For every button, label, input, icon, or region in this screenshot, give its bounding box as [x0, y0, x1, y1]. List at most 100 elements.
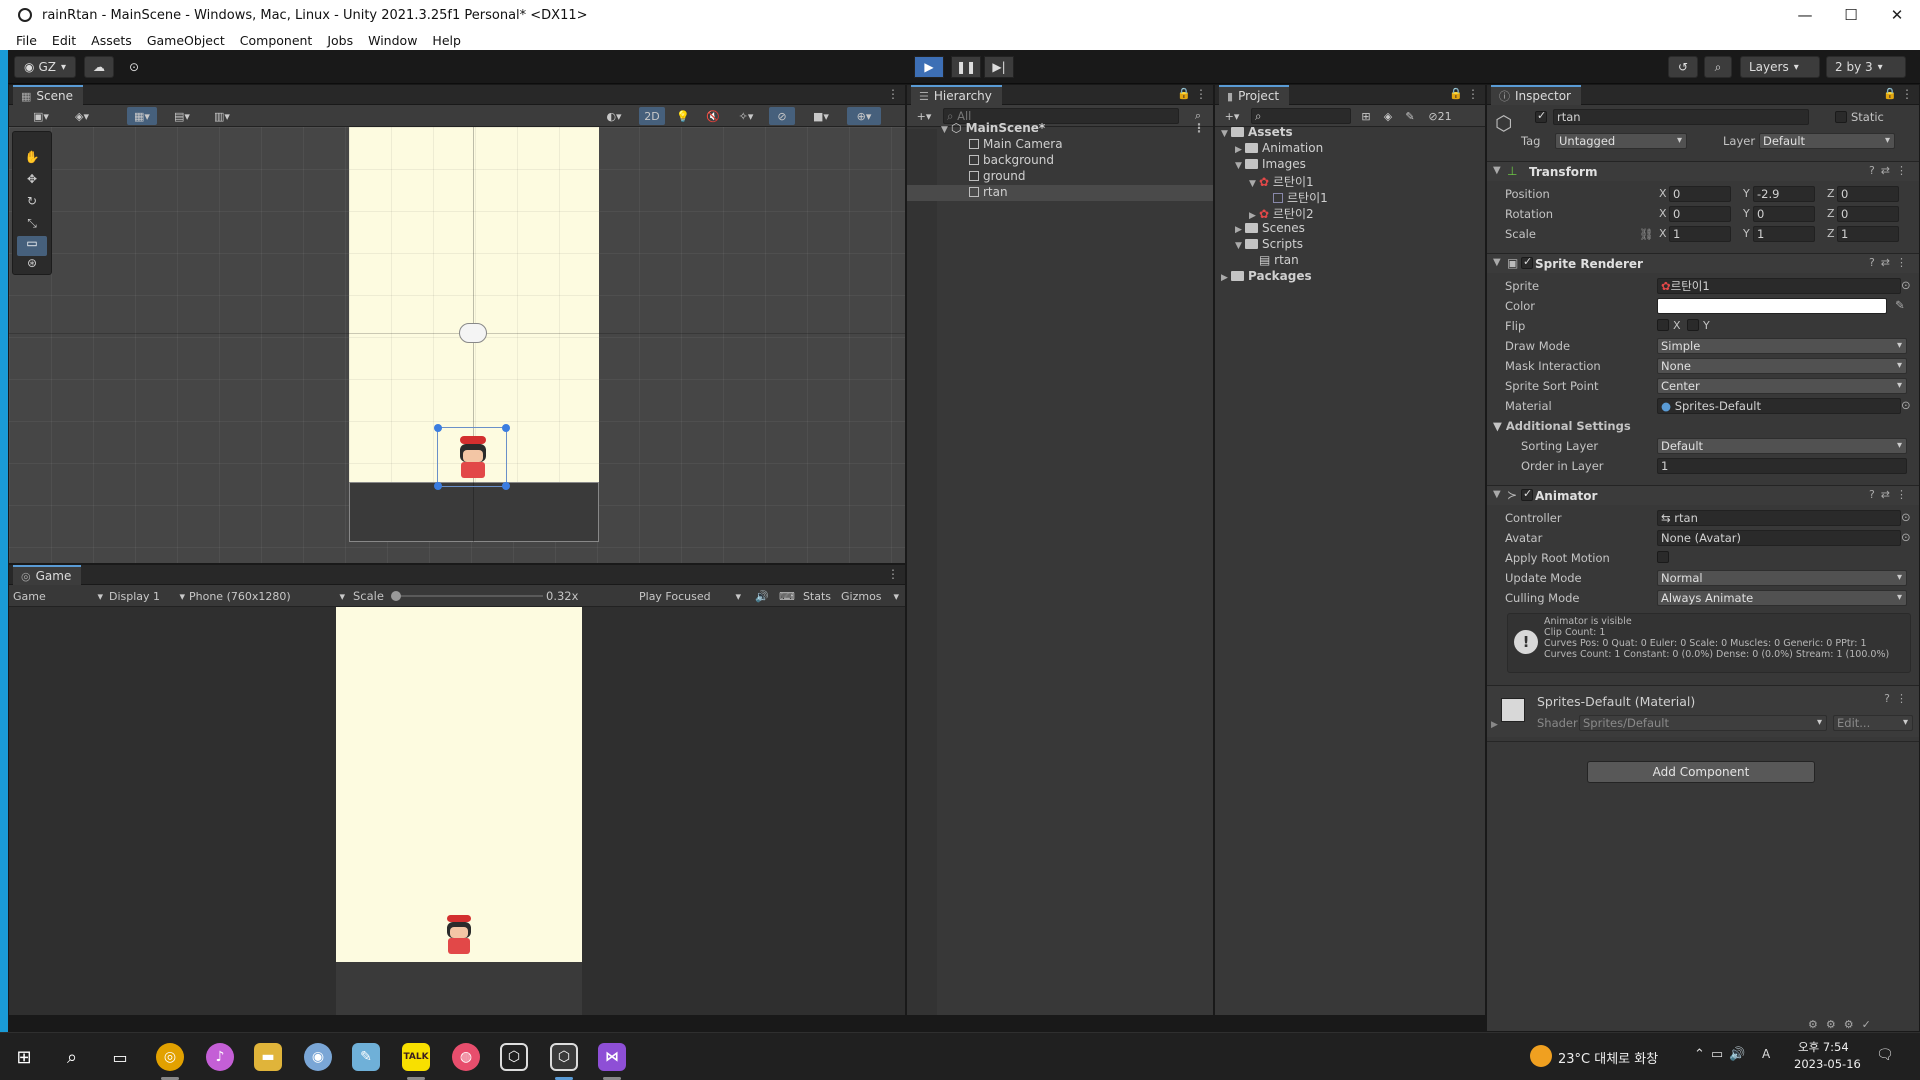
visual-studio-icon[interactable]: ⋈ — [598, 1043, 626, 1071]
rect-transform-gizmo[interactable] — [434, 424, 510, 490]
system-tray-icons[interactable]: ⌃▭🔊 — [1694, 1047, 1751, 1062]
project-images-folder[interactable]: ▼ Images — [1215, 157, 1485, 173]
hierarchy-item-background[interactable]: background — [907, 153, 1213, 169]
menu-jobs[interactable]: Jobs — [327, 33, 353, 48]
game-view-dropdown[interactable]: Game ▾ — [13, 587, 103, 605]
shader-dropdown[interactable]: Sprites/Default — [1579, 715, 1827, 731]
animator-header[interactable]: ▼≻ Animator ?⇄⋮ — [1487, 485, 1919, 505]
position-z-input[interactable]: 0 — [1837, 186, 1899, 202]
view-options-icon[interactable]: ◈▾ — [67, 107, 97, 125]
scene-root-row[interactable]: ▼ ⬡ MainScene* ⋮ — [907, 121, 1213, 137]
update-mode-dropdown[interactable]: Normal — [1657, 570, 1907, 586]
project-assets-folder[interactable]: ▼ Assets — [1215, 125, 1485, 141]
animator-enabled-checkbox[interactable] — [1521, 487, 1533, 501]
lighting-icon[interactable]: 💡 — [671, 107, 695, 125]
mute-audio-icon[interactable]: 🔊 — [753, 587, 771, 605]
hierarchy-menu-icon[interactable]: ⋮ — [1195, 87, 1207, 101]
object-picker-icon[interactable]: ⊙ — [1901, 398, 1911, 412]
gizmos-icon[interactable]: ⊕▾ — [847, 107, 881, 125]
sprite-sort-point-dropdown[interactable]: Center — [1657, 378, 1907, 394]
handle-br[interactable] — [502, 482, 510, 490]
tag-dropdown[interactable]: Untagged — [1555, 133, 1687, 149]
controller-field[interactable]: ⇆ rtan — [1657, 510, 1901, 526]
project-packages-folder[interactable]: ▶ Packages — [1215, 269, 1485, 285]
play-button[interactable]: ▶ — [914, 56, 944, 78]
constrain-proportions-icon[interactable]: ⛓ — [1639, 227, 1654, 241]
culling-mode-dropdown[interactable]: Always Animate — [1657, 590, 1907, 606]
sprite-field[interactable]: ✿르탄이1 — [1657, 278, 1901, 294]
hand-tool-icon[interactable]: ✋ — [17, 150, 47, 170]
step-button[interactable]: ▶| — [984, 56, 1014, 78]
stats-button[interactable]: Stats — [801, 587, 833, 605]
scene-viewport[interactable] — [9, 127, 905, 563]
object-picker-icon[interactable]: ⊙ — [1901, 530, 1911, 544]
rotation-x-input[interactable]: 0 — [1669, 206, 1731, 222]
tab-project[interactable]: ▮ Project — [1219, 85, 1290, 105]
account-dropdown[interactable]: ◉ GZ — [14, 56, 76, 78]
material-field[interactable]: ● Sprites-Default — [1657, 398, 1901, 414]
menu-gameobject[interactable]: GameObject — [147, 33, 225, 48]
cloud-app-icon[interactable]: ◉ — [304, 1043, 332, 1071]
layout-dropdown[interactable]: 2 by 3 — [1826, 56, 1906, 78]
scale-tool-icon[interactable]: ⤡ — [17, 216, 47, 236]
search-by-label-icon[interactable]: ◈ — [1379, 107, 1397, 125]
hierarchy-item-ground[interactable]: ground — [907, 169, 1213, 185]
move-tool-icon[interactable]: ✥ — [17, 172, 47, 192]
grid-snap-icon[interactable]: ▦▾ — [127, 107, 157, 125]
close-button[interactable]: ✕ — [1874, 0, 1920, 30]
resolution-dropdown[interactable]: Phone (760x1280) ▾ — [189, 587, 345, 605]
shader-edit-button[interactable]: Edit... — [1833, 715, 1913, 731]
menu-help[interactable]: Help — [432, 33, 461, 48]
position-x-input[interactable]: 0 — [1669, 186, 1731, 202]
history-icon[interactable]: ↺ — [1668, 56, 1698, 78]
order-in-layer-input[interactable]: 1 — [1657, 458, 1907, 474]
game-viewport[interactable] — [9, 607, 905, 1015]
project-animation-folder[interactable]: ▶ Animation — [1215, 141, 1485, 157]
project-scripts-folder[interactable]: ▼ Scripts — [1215, 237, 1485, 253]
notification-icon[interactable]: 🗨 — [1876, 1047, 1894, 1063]
unity-hub-icon[interactable]: ⬡ — [500, 1043, 528, 1071]
search-icon[interactable]: ⌕ — [1704, 56, 1732, 78]
material-help-icons[interactable]: ?⋮ — [1884, 692, 1913, 705]
draw-mode-icon[interactable]: ▣▾ — [27, 107, 55, 125]
clock-time[interactable]: 오후 7:54 — [1798, 1039, 1849, 1055]
snap-increment-icon[interactable]: ▥▾ — [207, 107, 237, 125]
search-by-type-icon[interactable]: ⊞ — [1357, 107, 1375, 125]
menu-window[interactable]: Window — [368, 33, 417, 48]
music-app-icon[interactable]: ♪ — [206, 1043, 234, 1071]
unity-editor-icon[interactable]: ⬡ — [550, 1043, 578, 1071]
hierarchy-item-rtan[interactable]: rtan — [907, 185, 1213, 201]
add-component-button[interactable]: Add Component — [1587, 761, 1815, 783]
apply-root-motion-checkbox[interactable] — [1657, 551, 1669, 563]
menu-file[interactable]: File — [16, 33, 37, 48]
mask-interaction-dropdown[interactable]: None — [1657, 358, 1907, 374]
hidden-objects-icon[interactable]: ⊘ — [769, 107, 795, 125]
minimize-button[interactable]: — — [1782, 0, 1828, 30]
project-create-button[interactable]: +▾ — [1219, 107, 1245, 125]
scene-menu-icon[interactable]: ⋮ — [1193, 121, 1205, 135]
object-picker-icon[interactable]: ⊙ — [1901, 510, 1911, 524]
file-explorer-icon[interactable]: ▬ — [254, 1043, 282, 1071]
hierarchy-item-main-camera[interactable]: Main Camera — [907, 137, 1213, 153]
project-search-input[interactable]: ⌕ — [1251, 108, 1351, 124]
project-scenes-folder[interactable]: ▶ Scenes — [1215, 221, 1485, 237]
search-icon[interactable]: ⌕ — [58, 1043, 86, 1071]
component-help-icons[interactable]: ?⇄⋮ — [1869, 256, 1913, 269]
menu-assets[interactable]: Assets — [91, 33, 132, 48]
rotation-z-input[interactable]: 0 — [1837, 206, 1899, 222]
scale-y-input[interactable]: 1 — [1753, 226, 1815, 242]
draw-mode-dropdown[interactable]: Simple — [1657, 338, 1907, 354]
position-y-input[interactable]: -2.9 — [1753, 186, 1815, 202]
layers-dropdown[interactable]: Layers — [1740, 56, 1820, 78]
kakaotalk-icon[interactable]: TALK — [402, 1043, 430, 1071]
sprite-renderer-header[interactable]: ▼▣ Sprite Renderer ?⇄⋮ — [1487, 253, 1919, 273]
collab-icon[interactable]: ⊙ — [122, 56, 146, 78]
audio-icon[interactable]: 🔇 — [701, 107, 725, 125]
hidden-packages-icon[interactable]: ⊘ 21 — [1423, 107, 1457, 125]
layer-dropdown[interactable]: Default — [1759, 133, 1895, 149]
sprite-renderer-enabled-checkbox[interactable] — [1521, 255, 1533, 269]
grid-icon[interactable]: ▤▾ — [167, 107, 197, 125]
play-mode-dropdown[interactable]: Play Focused ▾ — [639, 587, 741, 605]
lock-icon[interactable]: 🔒 — [1177, 87, 1191, 100]
notepad-icon[interactable]: ✎ — [352, 1043, 380, 1071]
